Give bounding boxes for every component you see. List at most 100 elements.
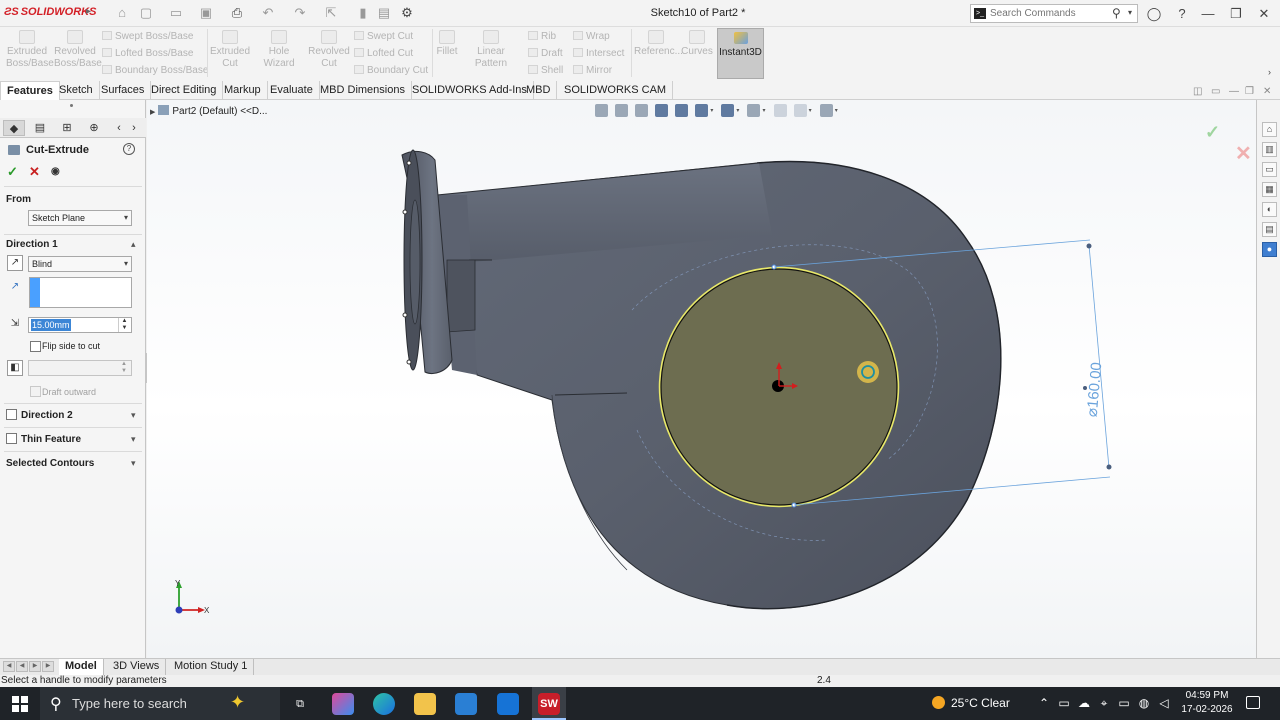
draft-button[interactable]: Draft bbox=[528, 48, 563, 59]
doc-restore-icon[interactable]: ❐ bbox=[1245, 86, 1254, 97]
doc-close-icon[interactable]: ✕ bbox=[1263, 86, 1271, 97]
copilot-sparkle-icon[interactable]: ✦ bbox=[230, 692, 245, 713]
property-manager-tab-icon[interactable]: ▤ bbox=[29, 120, 51, 136]
outlook-icon[interactable] bbox=[497, 693, 519, 715]
ok-check-icon[interactable]: ✓ bbox=[7, 164, 18, 180]
location-icon[interactable]: ⌖ bbox=[1096, 696, 1112, 711]
user-account-icon[interactable]: ◯ bbox=[1146, 6, 1162, 22]
close-icon[interactable]: ✕ bbox=[1256, 6, 1272, 22]
from-select[interactable]: Sketch Plane ▾ bbox=[28, 210, 132, 226]
minimize-icon[interactable]: — bbox=[1200, 6, 1216, 21]
previous-tab-icon[interactable]: ◀ bbox=[16, 661, 28, 672]
draft-outward-checkbox[interactable] bbox=[30, 386, 41, 397]
taskbar-search-input[interactable] bbox=[72, 695, 222, 712]
rotate-handle-icon[interactable] bbox=[857, 361, 879, 383]
draft-on-off-icon[interactable]: ◧ bbox=[7, 360, 23, 376]
thin-feature-checkbox[interactable] bbox=[6, 433, 17, 444]
tab-surfaces[interactable]: Surfaces bbox=[95, 81, 152, 100]
tab-model[interactable]: Model bbox=[59, 659, 104, 675]
instant3d-button[interactable]: Instant3D bbox=[717, 28, 764, 79]
cancel-x-icon[interactable]: ✕ bbox=[29, 164, 40, 180]
mirror-button[interactable]: Mirror bbox=[573, 65, 612, 76]
doc-minimize-icon[interactable]: — bbox=[1229, 86, 1239, 97]
task-view-icon[interactable]: ⧉ bbox=[289, 693, 311, 715]
first-tab-icon[interactable]: ◀ bbox=[3, 661, 15, 672]
tab-markup[interactable]: Markup bbox=[218, 81, 268, 100]
spin-arrows-icon[interactable]: ▲ ▼ bbox=[118, 361, 130, 375]
help-icon[interactable]: ? bbox=[1174, 6, 1190, 21]
solidworks-forum-icon[interactable]: ● bbox=[1262, 242, 1277, 257]
windows-start-icon[interactable] bbox=[12, 696, 28, 712]
volume-icon[interactable]: ◁ bbox=[1156, 696, 1172, 710]
chevron-right-icon[interactable]: › bbox=[127, 120, 141, 136]
lofted-cut-button[interactable]: Lofted Cut bbox=[354, 48, 413, 59]
boundary-cut-button[interactable]: Boundary Cut bbox=[354, 65, 428, 76]
revolved-boss-button[interactable]: Revolved Boss/Base bbox=[54, 30, 102, 70]
tab-solidworks-cam[interactable]: SOLIDWORKS CAM bbox=[558, 81, 674, 100]
tab-sketch[interactable]: Sketch bbox=[53, 81, 100, 100]
extruded-cut-button[interactable]: Extruded Cut bbox=[210, 30, 250, 70]
chevron-down-icon[interactable]: ▾ bbox=[131, 410, 136, 421]
copilot-app-icon[interactable] bbox=[332, 693, 354, 715]
flip-side-checkbox[interactable] bbox=[30, 341, 41, 352]
custom-properties-icon[interactable]: ▤ bbox=[1262, 222, 1277, 237]
configuration-manager-tab-icon[interactable]: ⊞ bbox=[56, 120, 78, 136]
chevron-left-icon[interactable]: ‹ bbox=[112, 120, 126, 136]
end-condition-select[interactable]: Blind ▾ bbox=[28, 256, 132, 272]
solidworks-taskbar-button[interactable]: SW bbox=[532, 687, 566, 720]
boundary-boss-button[interactable]: Boundary Boss/Base bbox=[102, 65, 208, 76]
tab-3d-views[interactable]: 3D Views bbox=[107, 659, 167, 675]
preview-eye-icon[interactable]: ◉ bbox=[51, 166, 60, 177]
notification-icon[interactable] bbox=[1246, 696, 1260, 709]
revolved-cut-button[interactable]: Revolved Cut bbox=[308, 30, 350, 70]
tab-direct-editing[interactable]: Direct Editing bbox=[145, 81, 224, 100]
weather-widget[interactable]: 25°C Clear bbox=[932, 696, 1010, 710]
linear-pattern-button[interactable]: Linear Pattern bbox=[462, 30, 520, 70]
search-icon[interactable]: ⚲ bbox=[1112, 6, 1121, 20]
swept-cut-button[interactable]: Swept Cut bbox=[354, 31, 413, 42]
file-explorer-icon[interactable] bbox=[414, 693, 436, 715]
feature-manager-tab-icon[interactable]: ◆ bbox=[3, 120, 25, 136]
extruded-boss-button[interactable]: Extruded Boss/Base bbox=[6, 30, 54, 70]
microsoft-store-icon[interactable] bbox=[455, 693, 477, 715]
sketch-circle[interactable] bbox=[658, 264, 900, 508]
next-tab-icon[interactable]: ▶ bbox=[29, 661, 41, 672]
design-library-icon[interactable]: ▥ bbox=[1262, 142, 1277, 157]
draft-angle-input[interactable]: ▲ ▼ bbox=[28, 360, 132, 376]
wrap-button[interactable]: Wrap bbox=[573, 31, 610, 42]
reference-geometry-button[interactable]: Referenc... bbox=[634, 30, 683, 58]
curves-button[interactable]: Curves bbox=[680, 30, 714, 58]
tab-features[interactable]: Features bbox=[0, 81, 60, 100]
rib-button[interactable]: Rib bbox=[528, 31, 556, 42]
chevron-down-icon[interactable]: ▾ bbox=[131, 458, 136, 469]
help-icon[interactable]: ? bbox=[123, 143, 135, 155]
doc-minimize-icon[interactable]: ▭ bbox=[1211, 86, 1220, 97]
tab-mbd-dimensions[interactable]: MBD Dimensions bbox=[314, 81, 412, 100]
file-explorer-icon[interactable]: ▭ bbox=[1262, 162, 1277, 177]
direction2-checkbox[interactable] bbox=[6, 409, 17, 420]
fillet-button[interactable]: Fillet bbox=[434, 30, 460, 58]
tab-mbd[interactable]: MBD bbox=[520, 81, 558, 100]
taskbar-search[interactable]: ⚲ ✦ bbox=[40, 687, 280, 720]
last-tab-icon[interactable]: ▶ bbox=[42, 661, 54, 672]
solidworks-resources-icon[interactable]: ⌂ bbox=[1262, 122, 1277, 137]
reverse-direction-icon[interactable]: ↗ bbox=[7, 255, 23, 271]
tab-motion-study-1[interactable]: Motion Study 1 bbox=[168, 659, 255, 675]
tab-solidworks-add-ins[interactable]: SOLIDWORKS Add-Ins bbox=[406, 81, 534, 100]
search-commands-input[interactable] bbox=[990, 6, 1110, 21]
depth-input[interactable]: 15.00mm ▲ ▼ bbox=[28, 317, 132, 333]
tile-icon[interactable]: ◫ bbox=[1193, 86, 1202, 97]
diameter-dimension-label[interactable]: ⌀160.00 bbox=[1084, 362, 1106, 418]
edge-browser-icon[interactable] bbox=[373, 693, 395, 715]
lofted-boss-button[interactable]: Lofted Boss/Base bbox=[102, 48, 193, 59]
chevron-right-icon[interactable]: › bbox=[1268, 67, 1271, 77]
search-dropdown-icon[interactable]: ▾ bbox=[1128, 8, 1132, 17]
direction-selection-box[interactable] bbox=[29, 277, 132, 308]
restore-icon[interactable]: ❐ bbox=[1228, 6, 1244, 22]
onedrive-icon[interactable]: ☁ bbox=[1076, 696, 1092, 710]
network-globe-icon[interactable]: ◍ bbox=[1136, 696, 1152, 710]
intersect-button[interactable]: Intersect bbox=[573, 48, 624, 59]
dimxpert-tab-icon[interactable]: ⊕ bbox=[83, 120, 105, 136]
search-commands[interactable]: >_ ⚲ ▾ bbox=[970, 4, 1138, 23]
view-palette-icon[interactable]: ▦ bbox=[1262, 182, 1277, 197]
